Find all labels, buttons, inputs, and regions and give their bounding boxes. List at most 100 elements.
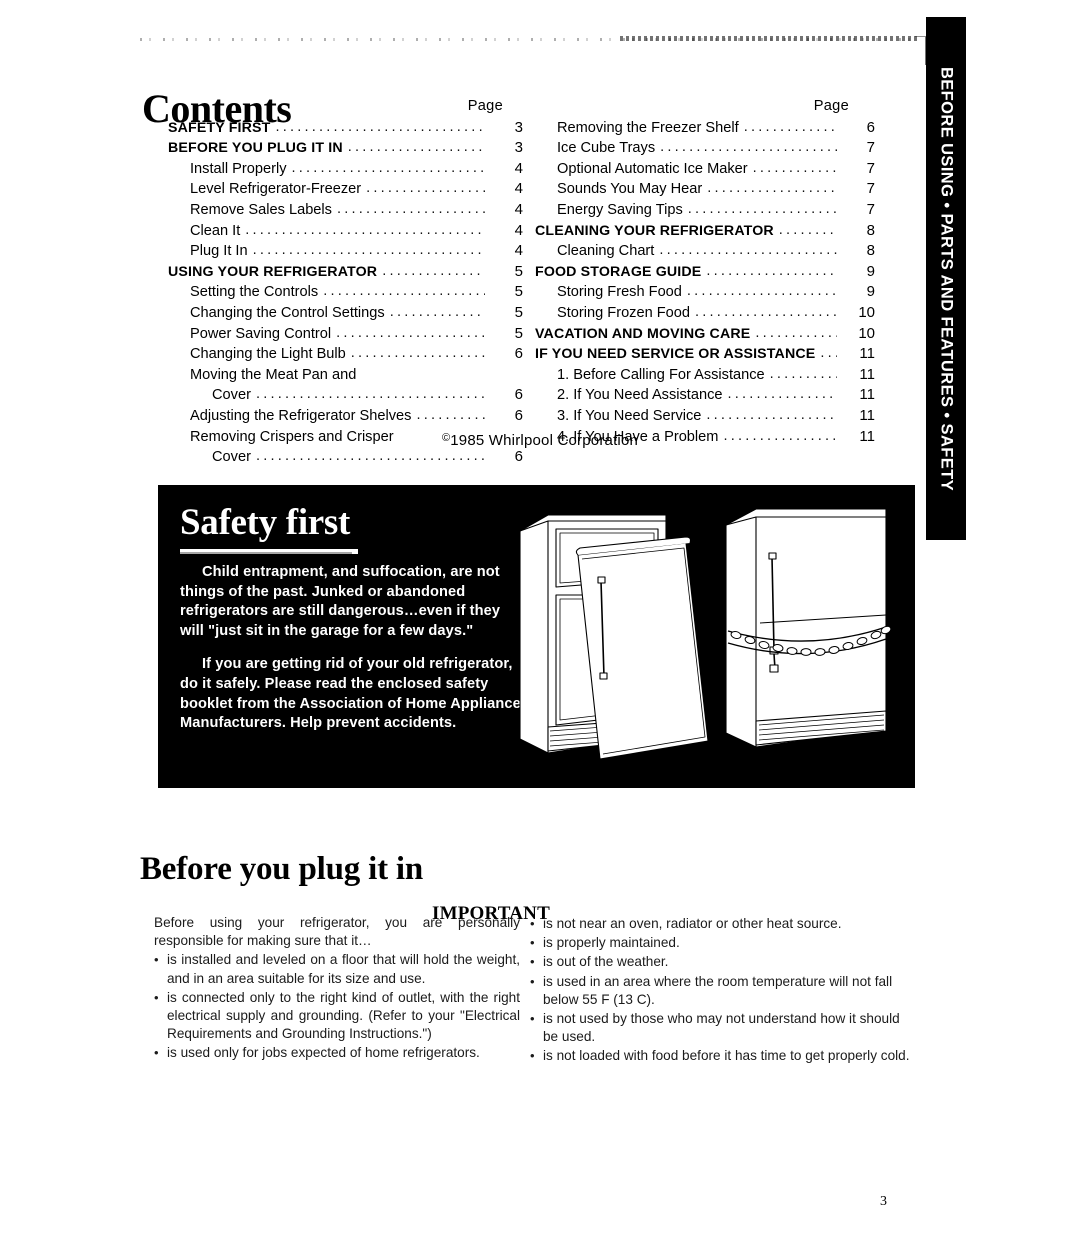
contents-entry[interactable]: CLEANING YOUR REFRIGERATOR..............… (535, 221, 875, 242)
contents-entry[interactable]: Removing the Freezer Shelf..............… (535, 118, 875, 139)
contents-entry-label: 3. If You Need Service (557, 407, 702, 424)
contents-entry-page: 9 (866, 283, 875, 301)
contents-leader-dots: ........................................… (336, 324, 485, 341)
bullet-icon: • (530, 1048, 535, 1064)
contents-entry[interactable]: Remove Sales Labels.....................… (168, 200, 523, 221)
contents-entry-page: 10 (858, 324, 875, 342)
contents-entry[interactable]: Storing Frozen Food.....................… (535, 303, 875, 324)
contents-entry[interactable]: 3. If You Need Service..................… (535, 406, 875, 427)
contents-entry-page: 8 (866, 242, 875, 260)
contents-entry[interactable]: Changing the Control Settings...........… (168, 303, 523, 324)
contents-entry-page: 4 (514, 242, 523, 260)
contents-leader-dots: ........................................… (245, 221, 485, 238)
contents-entry[interactable]: FOOD STORAGE GUIDE......................… (535, 262, 875, 283)
contents-leader-dots: ........................................… (686, 283, 837, 300)
contents-entry[interactable]: Energy Saving Tips......................… (535, 200, 875, 221)
contents-entry-page: 5 (514, 283, 523, 301)
contents-leader-dots: ........................................… (743, 118, 837, 135)
contents-entry[interactable]: 2. If You Need Assistance...............… (535, 385, 875, 406)
contents-leader-dots: ........................................… (727, 386, 837, 403)
contents-entry-page: 7 (866, 180, 875, 198)
contents-entry[interactable]: Optional Automatic Ice Maker............… (535, 159, 875, 180)
contents-entry[interactable]: Cover...................................… (168, 385, 523, 406)
contents-entry[interactable]: IF YOU NEED SERVICE OR ASSISTANCE.......… (535, 344, 875, 365)
scan-artifact-dense (620, 36, 920, 41)
bullet-icon: • (530, 916, 535, 931)
important-intro: Before using your refrigerator, you are … (154, 915, 520, 949)
important-bullet-item: • is used in an area where the room tempe… (530, 973, 918, 1009)
contents-entry-label: Storing Fresh Food (557, 284, 682, 301)
important-bullet-text: is not near an oven, radiator or other h… (543, 916, 842, 931)
contents-entry-page: 4 (514, 221, 523, 239)
contents-entry-label: BEFORE YOU PLUG IT IN (168, 140, 343, 157)
contents-leader-dots: ........................................… (252, 242, 485, 259)
important-bullet-item: • is properly maintained. (530, 934, 918, 952)
contents-right-column: Page Removing the Freezer Shelf.........… (535, 96, 875, 447)
important-bullet-text: is connected only to the right kind of o… (167, 989, 520, 1042)
important-bullet-text: is not loaded with food before it has ti… (543, 1048, 910, 1064)
contents-entry[interactable]: Cleaning Chart..........................… (535, 241, 875, 262)
important-bullet-text: is used only for jobs expected of home r… (167, 1045, 480, 1061)
scan-artifact-corner (915, 36, 926, 65)
contents-entry[interactable]: Moving the Meat Pan and.................… (168, 365, 523, 386)
contents-leader-dots: ........................................… (275, 118, 485, 135)
section-thumb-tab: BEFORE USING • PARTS AND FEATURES • SAFE… (926, 17, 966, 540)
contents-leader-dots: ........................................… (255, 448, 485, 465)
contents-entry[interactable]: Adjusting the Refrigerator Shelves......… (168, 406, 523, 427)
important-bullet-text: is installed and leveled on a floor that… (167, 952, 520, 986)
contents-entry-label: FOOD STORAGE GUIDE (535, 263, 702, 280)
contents-entry-label: Remove Sales Labels (190, 201, 332, 218)
contents-entry[interactable]: 1. Before Calling For Assistance........… (535, 365, 875, 386)
contents-entry[interactable]: Sounds You May Hear.....................… (535, 179, 875, 200)
contents-entry-page: 5 (514, 303, 523, 321)
contents-entry[interactable]: Install Properly........................… (168, 159, 523, 180)
contents-entry[interactable]: Clean It................................… (168, 221, 523, 242)
contents-entry-page: 11 (859, 406, 875, 424)
contents-entry-page: 4 (514, 159, 523, 177)
contents-leader-dots: ........................................… (336, 200, 485, 217)
contents-left-column: Page SAFETY FIRST.......................… (168, 96, 523, 468)
contents-leader-dots: ........................................… (755, 324, 837, 341)
contents-entry-label: Removing the Freezer Shelf (557, 119, 739, 136)
contents-entry[interactable]: Changing the Light Bulb.................… (168, 344, 523, 365)
contents-leader-dots: ........................................… (769, 365, 837, 382)
important-bullet-text: is not used by those who may not underst… (543, 1011, 900, 1045)
contents-entry[interactable]: Ice Cube Trays..........................… (535, 138, 875, 159)
contents-leader-dots: ........................................… (752, 159, 837, 176)
contents-entry[interactable]: Level Refrigerator-Freezer..............… (168, 179, 523, 200)
contents-entry-page: 11 (859, 345, 875, 363)
contents-entry-page: 7 (866, 200, 875, 218)
bullet-icon: • (154, 989, 159, 1005)
contents-entry-page: 7 (866, 139, 875, 157)
contents-entry[interactable]: Cover...................................… (168, 447, 523, 468)
contents-entry[interactable]: Storing Fresh Food......................… (535, 282, 875, 303)
contents-entry-page: 11 (859, 365, 875, 383)
document-page: BEFORE USING • PARTS AND FEATURES • SAFE… (0, 0, 1080, 1251)
copyright-symbol: © (441, 432, 451, 445)
safety-first-title-rule (180, 549, 358, 554)
contents-entry[interactable]: Power Saving Control....................… (168, 324, 523, 345)
contents-entry-label: Cover (212, 387, 251, 404)
important-bullet-item: • is installed and leveled on a floor tha… (154, 951, 520, 987)
contents-leader-dots: ........................................… (255, 386, 485, 403)
contents-entry[interactable]: Plug It In..............................… (168, 241, 523, 262)
contents-entry-page: 4 (514, 180, 523, 198)
safety-paragraph-1: Child entrapment, and suffocation, are n… (180, 564, 501, 639)
before-you-plug-it-in-heading: Before you plug it in (140, 851, 424, 888)
important-bullet-item: • is used only for jobs expected of home … (154, 1044, 520, 1062)
contents-entry-label: CLEANING YOUR REFRIGERATOR (535, 222, 774, 239)
contents-entry[interactable]: USING YOUR REFRIGERATOR.................… (168, 262, 523, 283)
safety-first-title: Safety first (180, 502, 351, 543)
contents-page-header-right: Page (813, 98, 849, 114)
contents-entry[interactable]: VACATION AND MOVING CARE................… (535, 324, 875, 345)
contents-leader-dots: ........................................… (659, 242, 837, 259)
contents-entry-label: Level Refrigerator-Freezer (190, 181, 362, 198)
contents-leader-dots: ........................................… (323, 283, 485, 300)
contents-entry[interactable]: Setting the Controls....................… (168, 282, 523, 303)
contents-entry-label: Clean It (190, 222, 241, 239)
contents-entry[interactable]: SAFETY FIRST............................… (168, 118, 523, 139)
contents-leader-dots: ........................................… (778, 221, 837, 238)
contents-entry[interactable]: BEFORE YOU PLUG IT IN...................… (168, 138, 523, 159)
important-bullet-text: is out of the weather. (543, 954, 669, 970)
contents-entry-label: Energy Saving Tips (557, 201, 683, 218)
